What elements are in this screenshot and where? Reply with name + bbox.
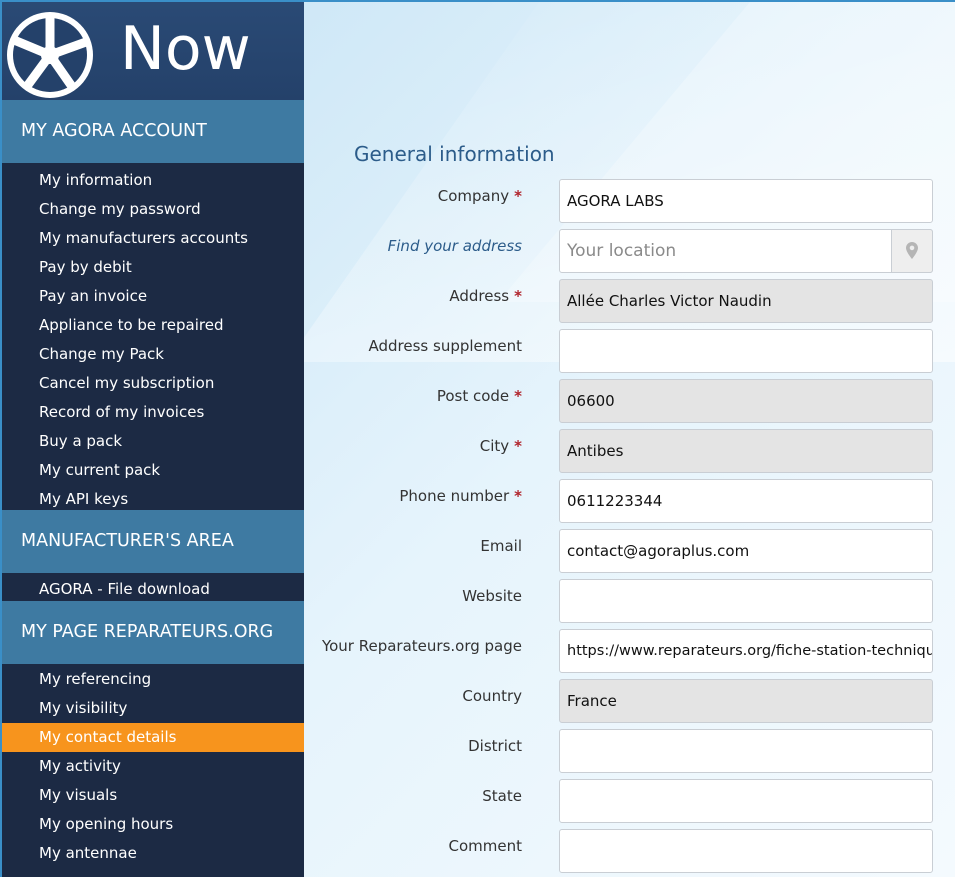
address-supplement-label: Address supplement bbox=[368, 337, 523, 355]
locate-button[interactable] bbox=[891, 229, 933, 273]
state-label: State bbox=[482, 787, 522, 805]
main-content: General information Company * AGORA LABS … bbox=[304, 2, 955, 877]
location-search-input[interactable]: Your location bbox=[559, 229, 933, 273]
sidebar-item-referencing[interactable]: My referencing bbox=[2, 665, 304, 694]
form-row-address-supplement: Address supplement bbox=[304, 329, 955, 373]
form-row-company: Company * AGORA LABS bbox=[304, 179, 955, 223]
website-field[interactable] bbox=[559, 579, 933, 623]
address-supplement-field[interactable] bbox=[559, 329, 933, 373]
post-code-label: Post code * bbox=[436, 387, 522, 405]
form-row-comment: Comment bbox=[304, 829, 955, 873]
sidebar-item-activity[interactable]: My activity bbox=[2, 752, 304, 781]
city-label: City * bbox=[479, 437, 522, 455]
form-row-website: Website bbox=[304, 579, 955, 623]
find-address-label: Find your address bbox=[387, 237, 522, 255]
reparateurs-page-field[interactable]: https://www.reparateurs.org/fiche-statio… bbox=[559, 629, 933, 673]
form-row-country: Country France bbox=[304, 679, 955, 723]
nav-list-manufacturers-area: AGORA - File download bbox=[2, 573, 304, 601]
section-header-agora-account: MY AGORA ACCOUNT bbox=[2, 100, 304, 163]
form-row-district: District bbox=[304, 729, 955, 773]
email-field[interactable]: contact@agoraplus.com bbox=[559, 529, 933, 573]
required-mark: * bbox=[514, 487, 522, 505]
country-field[interactable]: France bbox=[559, 679, 933, 723]
sidebar-item-pay-invoice[interactable]: Pay an invoice bbox=[2, 282, 304, 311]
district-field[interactable] bbox=[559, 729, 933, 773]
address-label: Address * bbox=[449, 287, 522, 305]
address-field[interactable]: Allée Charles Victor Naudin bbox=[559, 279, 933, 323]
comment-field[interactable] bbox=[559, 829, 933, 873]
sidebar-item-contact-details[interactable]: My contact details bbox=[2, 723, 304, 752]
sidebar-item-buy-pack[interactable]: Buy a pack bbox=[2, 427, 304, 456]
nav-list-reparateurs: My referencing My visibility My contact … bbox=[2, 664, 304, 868]
section-header-reparateurs: MY PAGE REPARATEURS.ORG bbox=[2, 601, 304, 664]
form-row-phone: Phone number * 0611223344 bbox=[304, 479, 955, 523]
phone-field[interactable]: 0611223344 bbox=[559, 479, 933, 523]
reparateurs-page-label: Your Reparateurs.org page bbox=[321, 637, 522, 655]
form-row-city: City * Antibes bbox=[304, 429, 955, 473]
sidebar-item-antennae[interactable]: My antennae bbox=[2, 839, 304, 868]
sidebar-item-cancel-subscription[interactable]: Cancel my subscription bbox=[2, 369, 304, 398]
email-label: Email bbox=[480, 537, 522, 555]
logo-bar: Now bbox=[2, 2, 304, 100]
comment-label: Comment bbox=[448, 837, 523, 855]
sidebar-item-change-password[interactable]: Change my password bbox=[2, 195, 304, 224]
wheel-logo-icon bbox=[7, 12, 93, 98]
sidebar-item-change-pack[interactable]: Change my Pack bbox=[2, 340, 304, 369]
page-title: General information bbox=[354, 142, 555, 166]
form-row-find-address: Find your address Your location bbox=[304, 229, 955, 273]
country-label: Country bbox=[462, 687, 522, 705]
city-field[interactable]: Antibes bbox=[559, 429, 933, 473]
brand-name: Now bbox=[120, 14, 251, 84]
form-row-address: Address * Allée Charles Victor Naudin bbox=[304, 279, 955, 323]
form-row-state: State bbox=[304, 779, 955, 823]
nav-list-agora-account: My information Change my password My man… bbox=[2, 163, 304, 510]
section-header-manufacturers-area: MANUFACTURER'S AREA bbox=[2, 510, 304, 573]
form-row-email: Email contact@agoraplus.com bbox=[304, 529, 955, 573]
district-label: District bbox=[468, 737, 522, 755]
required-mark: * bbox=[514, 287, 522, 305]
sidebar: Now MY AGORA ACCOUNT My information Chan… bbox=[2, 2, 304, 877]
sidebar-item-current-pack[interactable]: My current pack bbox=[2, 456, 304, 485]
sidebar-item-my-information[interactable]: My information bbox=[2, 166, 304, 195]
company-field[interactable]: AGORA LABS bbox=[559, 179, 933, 223]
sidebar-item-manufacturers-accounts[interactable]: My manufacturers accounts bbox=[2, 224, 304, 253]
sidebar-item-visibility[interactable]: My visibility bbox=[2, 694, 304, 723]
phone-label: Phone number * bbox=[399, 487, 522, 505]
state-field[interactable] bbox=[559, 779, 933, 823]
form-row-reparateurs-page: Your Reparateurs.org page https://www.re… bbox=[304, 629, 955, 673]
sidebar-item-pay-by-debit[interactable]: Pay by debit bbox=[2, 253, 304, 282]
sidebar-item-opening-hours[interactable]: My opening hours bbox=[2, 810, 304, 839]
sidebar-item-visuals[interactable]: My visuals bbox=[2, 781, 304, 810]
sidebar-item-invoice-record[interactable]: Record of my invoices bbox=[2, 398, 304, 427]
company-label: Company * bbox=[437, 187, 522, 205]
required-mark: * bbox=[514, 387, 522, 405]
website-label: Website bbox=[462, 587, 522, 605]
sidebar-item-appliance-repair[interactable]: Appliance to be repaired bbox=[2, 311, 304, 340]
required-mark: * bbox=[514, 437, 522, 455]
form-row-post-code: Post code * 06600 bbox=[304, 379, 955, 423]
required-mark: * bbox=[514, 187, 522, 205]
post-code-field[interactable]: 06600 bbox=[559, 379, 933, 423]
map-pin-icon bbox=[906, 242, 918, 259]
